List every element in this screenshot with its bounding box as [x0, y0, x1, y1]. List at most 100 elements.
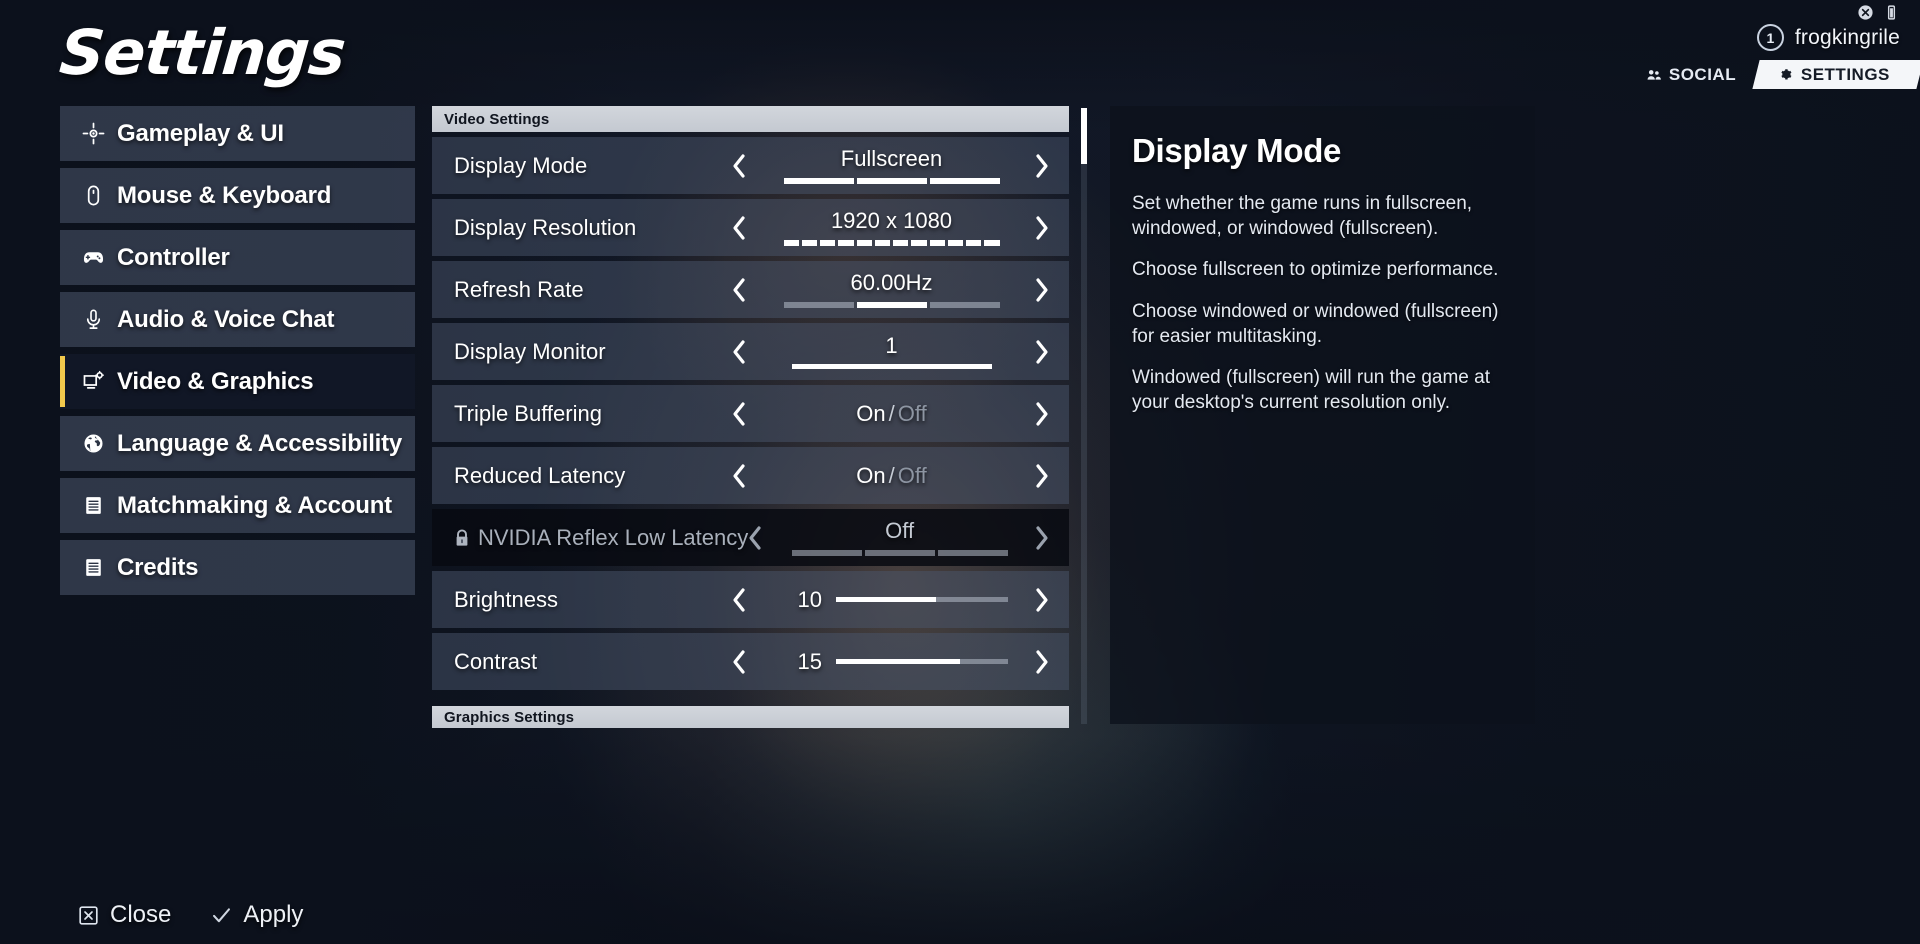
setting-value: 15	[797, 648, 822, 674]
lock-icon	[456, 528, 468, 546]
segment-indicator	[791, 549, 1008, 556]
setting-label: Display Mode	[454, 152, 588, 178]
contrast-slider[interactable]	[836, 659, 1008, 664]
segment-indicator	[783, 177, 1000, 184]
full-indicator-bar	[791, 364, 992, 370]
stepper-decrement-button	[742, 523, 768, 553]
sidebar-item-mouse-keyboard[interactable]: Mouse & Keyboard	[60, 168, 415, 223]
sidebar-item-label: Mouse & Keyboard	[117, 181, 332, 209]
account-row[interactable]: 1 frogkingrile	[1756, 24, 1900, 51]
setting-value: 60.00Hz	[850, 270, 933, 296]
brightness-slider[interactable]	[836, 597, 1008, 602]
setting-stepper: Fullscreen	[732, 137, 1069, 194]
setting-value-area: 1920 x 1080	[770, 199, 1013, 256]
stepper-increment-button[interactable]	[1029, 585, 1055, 615]
sidebar-item-label: Gameplay & UI	[117, 119, 284, 147]
crosshair-icon	[82, 122, 105, 145]
battery-icon	[1887, 5, 1896, 20]
account-name: frogkingrile	[1794, 25, 1900, 49]
setting-stepper: 10	[732, 571, 1069, 628]
sidebar-item-controller[interactable]: Controller	[60, 230, 415, 285]
sidebar: Gameplay & UI Mouse & Keyboard Controlle…	[60, 106, 415, 602]
setting-value-area: Off	[786, 509, 1013, 566]
segment-indicator	[783, 301, 1000, 308]
slider-fill	[836, 597, 936, 602]
x-box-icon	[79, 905, 98, 925]
setting-label: Brightness	[454, 586, 558, 612]
toggle-on-label: On	[856, 400, 886, 426]
microphone-icon	[82, 308, 105, 331]
stepper-decrement-button[interactable]	[726, 399, 752, 429]
setting-stepper: Off	[748, 509, 1069, 566]
sidebar-item-gameplay-ui[interactable]: Gameplay & UI	[60, 106, 415, 161]
tab-settings[interactable]: SETTINGS	[1752, 60, 1920, 89]
close-circle-icon[interactable]	[1857, 4, 1874, 21]
setting-value-area: On / Off	[770, 385, 1013, 442]
stepper-decrement-button[interactable]	[726, 275, 752, 305]
stepper-increment-button[interactable]	[1029, 647, 1055, 677]
setting-stepper: 15	[732, 633, 1069, 690]
setting-row-refresh-rate[interactable]: Refresh Rate 60.00Hz	[432, 261, 1069, 318]
setting-value: 1920 x 1080	[830, 208, 953, 234]
setting-row-display-monitor[interactable]: Display Monitor 1	[432, 323, 1069, 380]
stepper-increment-button[interactable]	[1029, 399, 1055, 429]
stepper-decrement-button[interactable]	[726, 461, 752, 491]
list-icon	[82, 556, 105, 579]
setting-row-reduced-latency[interactable]: Reduced Latency On / Off	[432, 447, 1069, 504]
segment-indicator	[783, 239, 1000, 246]
setting-value-toggle: On / Off	[856, 464, 926, 487]
sidebar-item-video-graphics[interactable]: Video & Graphics	[60, 354, 415, 409]
stepper-decrement-button[interactable]	[726, 647, 752, 677]
settings-screen: 1 frogkingrile SOCIAL SETTINGS Settings …	[0, 0, 1920, 944]
tab-social-label: SOCIAL	[1668, 64, 1736, 84]
stepper-decrement-button[interactable]	[726, 585, 752, 615]
sidebar-item-credits[interactable]: Credits	[60, 540, 415, 595]
setting-row-display-resolution[interactable]: Display Resolution 1920 x 1080	[432, 199, 1069, 256]
stepper-decrement-button[interactable]	[726, 151, 752, 181]
sidebar-item-language-accessibility[interactable]: Language & Accessibility	[60, 416, 415, 471]
stepper-increment-button[interactable]	[1029, 151, 1055, 181]
top-tabs: SOCIAL SETTINGS	[1630, 60, 1920, 89]
globe-icon	[82, 432, 105, 455]
sidebar-item-audio-voice-chat[interactable]: Audio & Voice Chat	[60, 292, 415, 347]
setting-row-brightness[interactable]: Brightness 10	[432, 571, 1069, 628]
sidebar-item-label: Matchmaking & Account	[117, 491, 392, 519]
settings-scrollbar[interactable]	[1081, 108, 1087, 724]
setting-value-area: Fullscreen	[770, 137, 1013, 194]
setting-row-triple-buffering[interactable]: Triple Buffering On / Off	[432, 385, 1069, 442]
setting-value-area: 15	[770, 633, 1013, 690]
account-badge: 1	[1756, 24, 1784, 51]
setting-stepper: 60.00Hz	[732, 261, 1069, 318]
setting-row-display-mode[interactable]: Display Mode Fullscreen	[432, 137, 1069, 194]
system-icons	[1857, 4, 1900, 21]
description-paragraph: Set whether the game runs in fullscreen,…	[1132, 193, 1473, 239]
stepper-decrement-button[interactable]	[726, 213, 752, 243]
page-title: Settings	[56, 16, 348, 89]
stepper-decrement-button[interactable]	[726, 337, 752, 367]
setting-label: Reduced Latency	[454, 462, 626, 488]
description-paragraph: Windowed (fullscreen) will run the game …	[1132, 367, 1490, 414]
setting-label-wrap: NVIDIA Reflex Low Latency	[432, 525, 748, 551]
description-paragraph: Choose windowed or windowed (fullscreen)…	[1132, 301, 1499, 347]
stepper-increment-button[interactable]	[1029, 461, 1055, 491]
toggle-off-label: Off	[897, 462, 927, 488]
scrollbar-thumb[interactable]	[1081, 108, 1087, 164]
sidebar-item-label: Language & Accessibility	[117, 429, 403, 457]
stepper-increment-button[interactable]	[1029, 275, 1055, 305]
top-bar: 1 frogkingrile SOCIAL SETTINGS	[1280, 0, 1920, 92]
stepper-increment-button[interactable]	[1029, 337, 1055, 367]
setting-stepper: 1920 x 1080	[732, 199, 1069, 256]
close-button[interactable]: Close	[78, 901, 171, 929]
setting-row-contrast[interactable]: Contrast 15	[432, 633, 1069, 690]
toggle-separator: /	[888, 400, 895, 426]
tab-settings-label: SETTINGS	[1800, 64, 1890, 84]
apply-button[interactable]: Apply	[211, 901, 303, 929]
list-icon	[82, 494, 105, 517]
tab-social[interactable]: SOCIAL	[1626, 60, 1763, 89]
setting-label: Contrast	[454, 648, 538, 674]
gamepad-icon	[82, 246, 105, 269]
setting-label: Display Monitor	[454, 338, 606, 364]
stepper-increment-button[interactable]	[1029, 213, 1055, 243]
sidebar-item-label: Credits	[117, 553, 199, 581]
sidebar-item-matchmaking-account[interactable]: Matchmaking & Account	[60, 478, 415, 533]
